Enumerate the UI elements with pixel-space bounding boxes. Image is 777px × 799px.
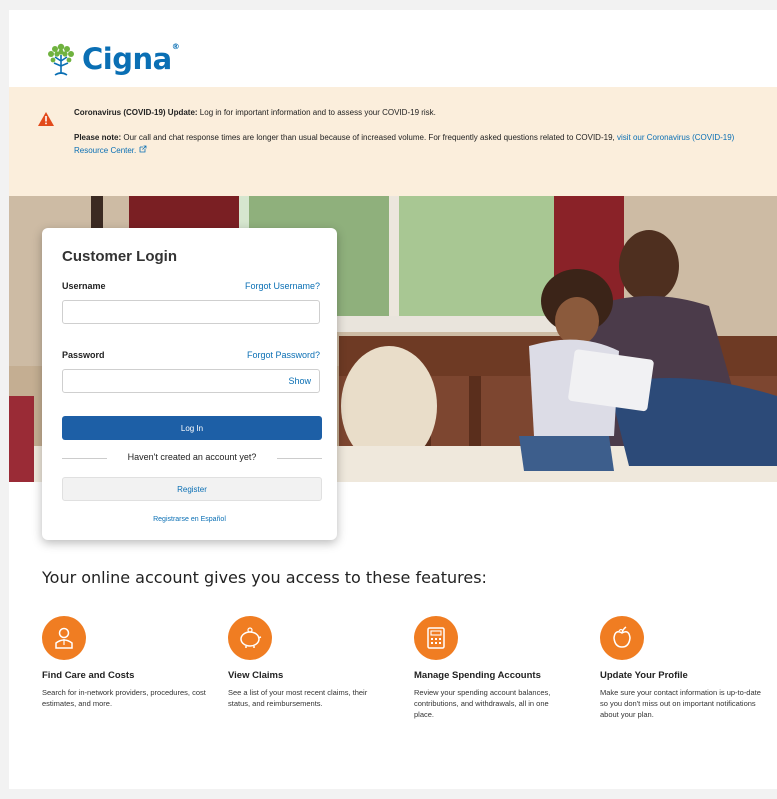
customer-login-card: Customer Login Username Forgot Username?…	[42, 228, 337, 540]
feature-update-profile[interactable]: Update Your Profile Make sure your conta…	[600, 616, 765, 720]
register-spanish-link[interactable]: Registrarse en Español	[42, 516, 337, 523]
password-label: Password	[62, 350, 105, 360]
no-account-divider: Haven't created an account yet?	[62, 451, 322, 465]
external-link-icon	[139, 145, 146, 153]
alert-update-text: Coronavirus (COVID-19) Update: Log in fo…	[74, 107, 764, 118]
piggy-bank-icon	[228, 616, 272, 660]
password-input[interactable]	[63, 370, 319, 392]
forgot-password-link[interactable]: Forgot Password?	[247, 350, 320, 360]
features-heading: Your online account gives you access to …	[42, 568, 487, 587]
feature-view-claims[interactable]: View Claims See a list of your most rece…	[228, 616, 378, 709]
alert-note-text: Please note: Our call and chat response …	[74, 131, 764, 157]
username-field-wrapper	[62, 300, 320, 324]
register-button[interactable]: Register	[62, 477, 322, 501]
alert-update-heading: Coronavirus (COVID-19) Update:	[74, 108, 198, 117]
logo-wordmark: Cigna®	[82, 42, 180, 76]
feature-description: Search for in-network providers, procedu…	[42, 688, 206, 708]
feature-find-care[interactable]: Find Care and Costs Search for in-networ…	[42, 616, 212, 709]
alert-update-body: Log in for important information and to …	[197, 108, 436, 117]
warning-icon	[38, 112, 54, 126]
password-field-wrapper: Show	[62, 369, 320, 393]
feature-description: Review your spending account balances, c…	[414, 688, 551, 719]
page: Cigna® Coronavirus (COVID-19) Update: Lo…	[9, 10, 777, 789]
cigna-logo[interactable]: Cigna®	[46, 34, 180, 84]
covid-alert-banner: Coronavirus (COVID-19) Update: Log in fo…	[9, 87, 777, 197]
doctor-icon	[42, 616, 86, 660]
feature-title: Manage Spending Accounts	[414, 670, 541, 681]
feature-description: See a list of your most recent claims, t…	[228, 688, 368, 708]
calculator-icon	[414, 616, 458, 660]
login-button[interactable]: Log In	[62, 416, 322, 440]
username-label: Username	[62, 281, 106, 291]
feature-title: Find Care and Costs	[42, 670, 135, 681]
feature-title: Update Your Profile	[600, 670, 688, 681]
alert-note-heading: Please note:	[74, 133, 122, 142]
username-input[interactable]	[63, 301, 319, 323]
feature-description: Make sure your contact information is up…	[600, 688, 761, 719]
login-title: Customer Login	[62, 248, 177, 265]
forgot-username-link[interactable]: Forgot Username?	[245, 281, 320, 291]
tree-of-life-icon	[48, 43, 74, 76]
feature-title: View Claims	[228, 670, 284, 681]
alert-note-body: Our call and chat response times are lon…	[121, 133, 617, 142]
no-account-text: Haven't created an account yet?	[127, 452, 257, 462]
show-password-toggle[interactable]: Show	[288, 376, 311, 386]
apple-icon	[600, 616, 644, 660]
feature-spending-accounts[interactable]: Manage Spending Accounts Review your spe…	[414, 616, 569, 720]
